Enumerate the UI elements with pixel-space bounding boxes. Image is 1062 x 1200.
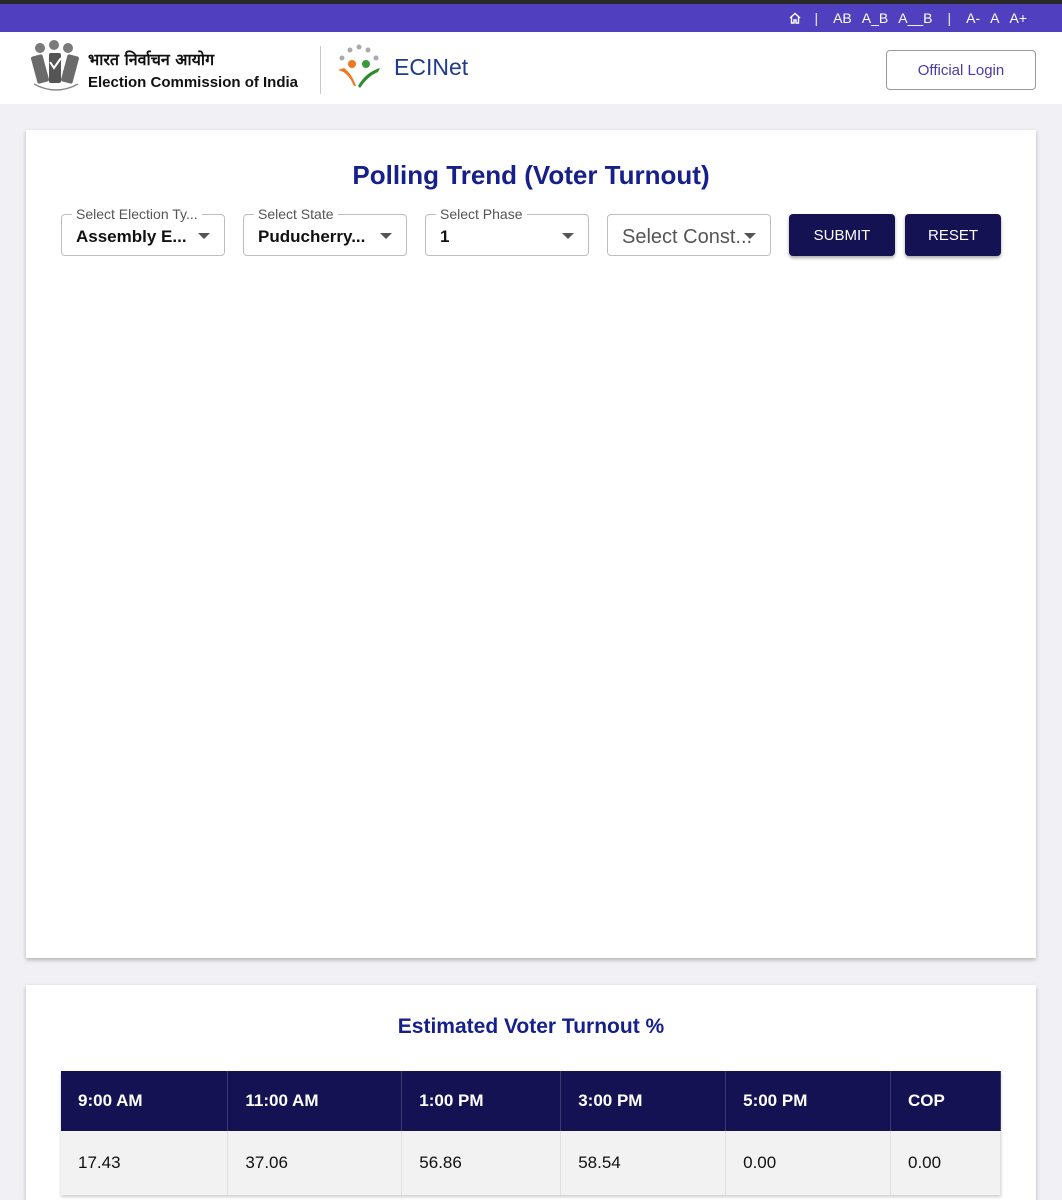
turnout-title: Estimated Voter Turnout % — [397, 1015, 665, 1038]
polling-trend-card: Polling Trend (Voter Turnout) Select Ele… — [26, 130, 1036, 958]
site-header: भारत निर्वाचन आयोग Election Commission o… — [0, 32, 1062, 104]
election-type-label: Select Election Ty... — [72, 206, 202, 222]
state-value: Puducherry... — [258, 227, 366, 246]
submit-button[interactable]: SUBMIT — [789, 214, 895, 256]
state-label: Select State — [254, 206, 338, 222]
font-increase[interactable]: A+ — [1009, 10, 1027, 26]
turnout-card: Estimated Voter Turnout % 9:00 AM 11:00 … — [26, 985, 1036, 1200]
chevron-down-icon — [562, 233, 574, 239]
election-type-value: Assembly E... — [76, 227, 187, 246]
reset-button[interactable]: RESET — [905, 214, 1001, 256]
constituency-select[interactable]: Select Const... — [607, 214, 771, 256]
column-header: 9:00 AM — [61, 1071, 229, 1131]
chevron-down-icon — [380, 233, 392, 239]
phase-label: Select Phase — [436, 206, 527, 222]
chevron-down-icon — [198, 233, 210, 239]
column-header: 11:00 AM — [227, 1071, 403, 1131]
table-cell: 37.06 — [227, 1131, 403, 1195]
table-cell: 0.00 — [725, 1131, 891, 1195]
table-header-row: 9:00 AM 11:00 AM 1:00 PM 3:00 PM 5:00 PM… — [61, 1071, 1001, 1131]
election-type-select[interactable]: Select Election Ty... Assembly E... — [61, 206, 225, 256]
home-icon[interactable] — [788, 11, 802, 25]
phase-select[interactable]: Select Phase 1 — [425, 206, 589, 256]
separator: | — [814, 10, 819, 26]
eci-logo-icon[interactable] — [30, 38, 82, 94]
column-header: COP — [890, 1071, 1001, 1131]
contrast-ab[interactable]: AB — [833, 10, 852, 26]
table-cell: 58.54 — [560, 1131, 727, 1195]
table-cell: 17.43 — [61, 1131, 229, 1195]
separator: | — [947, 10, 952, 26]
table-cell: 56.86 — [401, 1131, 562, 1195]
state-select[interactable]: Select State Puducherry... — [243, 206, 407, 256]
org-name-english: Election Commission of India — [88, 74, 299, 91]
official-login-button[interactable]: Official Login — [886, 50, 1036, 90]
chevron-down-icon — [744, 233, 756, 239]
constituency-placeholder: Select Const... — [622, 226, 753, 248]
phase-value: 1 — [440, 227, 450, 246]
accessibility-bar: | AB A_B A__B | A- A A+ — [0, 4, 1062, 32]
column-header: 3:00 PM — [560, 1071, 727, 1131]
column-header: 5:00 PM — [725, 1071, 891, 1131]
table-row: 17.43 37.06 56.86 58.54 0.00 0.00 — [61, 1131, 1001, 1195]
org-name-hindi: भारत निर्वाचन आयोग — [88, 50, 215, 69]
font-normal[interactable]: A — [990, 10, 999, 26]
contrast-a-b[interactable]: A_B — [862, 10, 888, 26]
app-name: ECINet — [394, 54, 469, 80]
table-cell: 0.00 — [890, 1131, 1001, 1195]
polling-trend-title: Polling Trend (Voter Turnout) — [352, 160, 710, 190]
header-divider — [320, 46, 321, 94]
turnout-table: 9:00 AM 11:00 AM 1:00 PM 3:00 PM 5:00 PM… — [61, 1071, 1001, 1195]
contrast-a--b[interactable]: A__B — [898, 10, 932, 26]
ecinet-logo-icon[interactable] — [332, 42, 386, 94]
column-header: 1:00 PM — [401, 1071, 562, 1131]
font-decrease[interactable]: A- — [966, 10, 980, 26]
